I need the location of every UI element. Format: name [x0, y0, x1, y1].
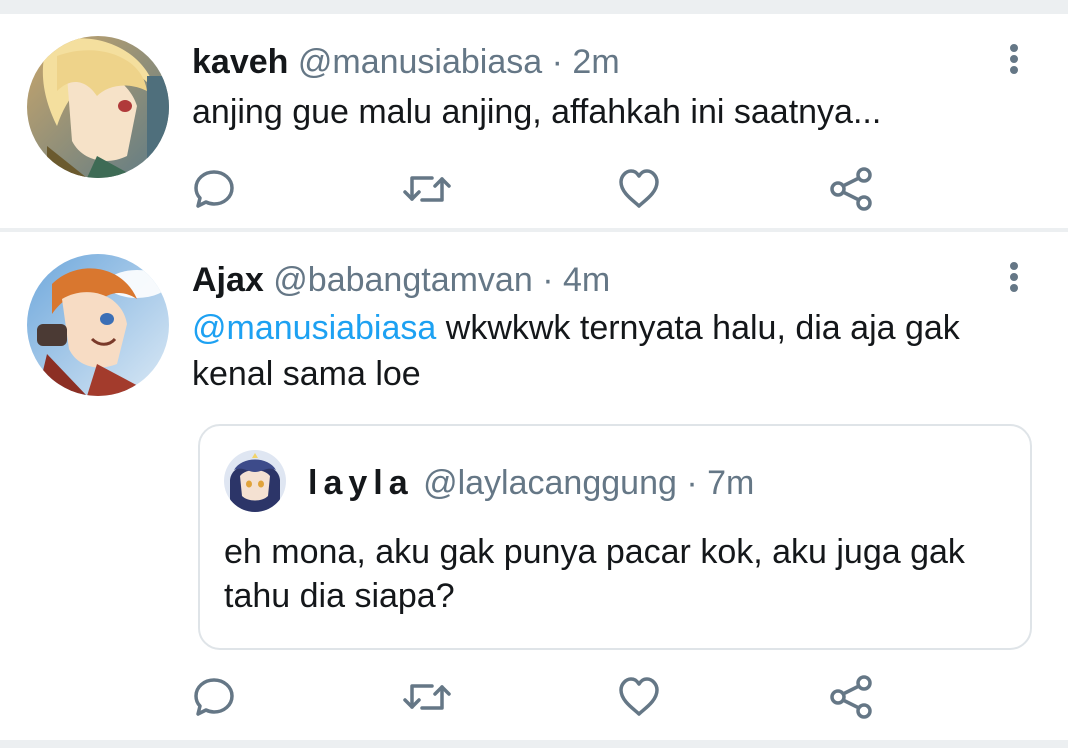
author-handle[interactable]: @manusiabiasa [298, 43, 542, 81]
tweet-ajax[interactable]: Ajax @babangtamvan · 4m @manusiabiasa wk… [0, 232, 1068, 740]
share-icon [830, 675, 872, 719]
tweet-header: kaveh @manusiabiasa · 2m [192, 42, 620, 82]
quoted-tweet-header: layla @laylacanggung · 7m [308, 463, 754, 503]
more-vertical-icon[interactable] [1004, 260, 1024, 300]
share-button[interactable] [826, 164, 876, 214]
separator-dot: · [551, 43, 563, 81]
share-button[interactable] [826, 672, 876, 722]
author-handle[interactable]: @laylacanggung [423, 464, 677, 502]
reply-button[interactable] [189, 672, 239, 722]
share-icon [830, 167, 872, 211]
author-name[interactable]: Ajax [192, 261, 264, 299]
author-name[interactable]: layla [308, 464, 414, 502]
retweet-icon [403, 684, 451, 710]
like-button[interactable] [614, 164, 664, 214]
more-vertical-icon[interactable] [1004, 42, 1024, 82]
separator-dot: · [542, 261, 554, 299]
separator-dot: · [686, 464, 698, 502]
reply-button[interactable] [189, 164, 239, 214]
timestamp[interactable]: 4m [563, 261, 610, 299]
reply-icon [194, 170, 234, 208]
reply-icon [194, 678, 234, 716]
heart-icon [619, 169, 659, 208]
action-bar [0, 164, 1068, 214]
timestamp[interactable]: 7m [707, 464, 754, 502]
tweet-header: Ajax @babangtamvan · 4m [192, 260, 610, 300]
retweet-button[interactable] [402, 672, 452, 722]
author-name[interactable]: kaveh [192, 43, 288, 81]
timestamp[interactable]: 2m [572, 43, 619, 81]
avatar[interactable] [27, 254, 169, 396]
like-button[interactable] [614, 672, 664, 722]
avatar[interactable] [27, 36, 169, 178]
quoted-tweet[interactable]: layla @laylacanggung · 7m eh mona, aku g… [198, 424, 1032, 650]
heart-icon [619, 677, 659, 716]
avatar[interactable] [224, 450, 286, 512]
tweet-text: anjing gue malu anjing, affahkah ini saa… [192, 93, 882, 131]
action-bar [0, 672, 1068, 722]
author-handle[interactable]: @babangtamvan [273, 261, 532, 299]
retweet-button[interactable] [402, 164, 452, 214]
quoted-tweet-text: eh mona, aku gak punya pacar kok, aku ju… [224, 533, 965, 615]
mention-link[interactable]: @manusiabiasa [192, 309, 436, 347]
retweet-icon [403, 176, 451, 202]
tweet-text: @manusiabiasa wkwkwk ternyata halu, dia … [192, 305, 1022, 397]
tweet-kaveh[interactable]: kaveh @manusiabiasa · 2m anjing gue malu… [0, 14, 1068, 228]
